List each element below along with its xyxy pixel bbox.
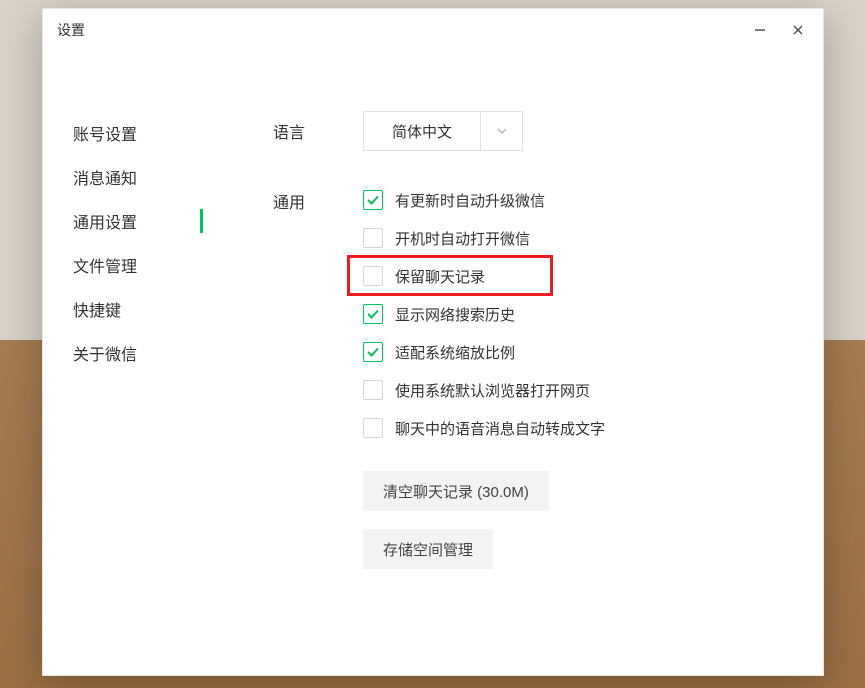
option-autostart[interactable]: 开机时自动打开微信 bbox=[363, 219, 803, 257]
option-label: 有更新时自动升级微信 bbox=[395, 190, 545, 211]
window-title: 设置 bbox=[57, 20, 85, 40]
option-label: 保留聊天记录 bbox=[395, 266, 485, 287]
general-label: 通用 bbox=[273, 181, 363, 213]
sidebar: 账号设置 消息通知 通用设置 文件管理 快捷键 关于微信 bbox=[43, 111, 203, 599]
option-label: 使用系统默认浏览器打开网页 bbox=[395, 380, 590, 401]
storage-management-button[interactable]: 存储空间管理 bbox=[363, 529, 493, 569]
checkbox[interactable] bbox=[363, 380, 383, 400]
option-label: 开机时自动打开微信 bbox=[395, 228, 530, 249]
minimize-icon bbox=[754, 24, 766, 36]
option-system-scaling[interactable]: 适配系统缩放比例 bbox=[363, 333, 803, 371]
language-label: 语言 bbox=[273, 111, 363, 143]
clear-chat-history-button[interactable]: 清空聊天记录 (30.0M) bbox=[363, 471, 549, 511]
sidebar-item-label: 文件管理 bbox=[73, 253, 137, 277]
minimize-button[interactable] bbox=[741, 9, 779, 51]
sidebar-item-shortcuts[interactable]: 快捷键 bbox=[73, 287, 203, 331]
check-icon bbox=[366, 193, 380, 207]
sidebar-item-label: 消息通知 bbox=[73, 165, 137, 189]
sidebar-item-notifications[interactable]: 消息通知 bbox=[73, 155, 203, 199]
checkbox[interactable] bbox=[363, 190, 383, 210]
language-dropdown[interactable]: 简体中文 bbox=[363, 111, 523, 151]
option-default-browser[interactable]: 使用系统默认浏览器打开网页 bbox=[363, 371, 803, 409]
option-keep-chat-history[interactable]: 保留聊天记录 bbox=[363, 257, 803, 295]
sidebar-item-account[interactable]: 账号设置 bbox=[73, 111, 203, 155]
sidebar-item-general[interactable]: 通用设置 bbox=[73, 199, 203, 243]
option-label: 适配系统缩放比例 bbox=[395, 342, 515, 363]
checkbox[interactable] bbox=[363, 228, 383, 248]
close-button[interactable] bbox=[779, 9, 817, 51]
sidebar-item-label: 关于微信 bbox=[73, 341, 137, 365]
main-panel: 语言 简体中文 通用 bbox=[203, 111, 823, 599]
general-options: 有更新时自动升级微信 开机时自动打开微信 bbox=[363, 181, 803, 447]
chevron-down-icon bbox=[480, 112, 522, 150]
option-label: 显示网络搜索历史 bbox=[395, 304, 515, 325]
option-search-history[interactable]: 显示网络搜索历史 bbox=[363, 295, 803, 333]
settings-window: 设置 账号设置 消息通知 通用设置 文件管理 快捷键 bbox=[42, 8, 824, 676]
option-voice-to-text[interactable]: 聊天中的语音消息自动转成文字 bbox=[363, 409, 803, 447]
sidebar-item-label: 通用设置 bbox=[73, 209, 137, 233]
language-selected: 简体中文 bbox=[364, 112, 480, 150]
checkbox[interactable] bbox=[363, 304, 383, 324]
check-icon bbox=[366, 307, 380, 321]
sidebar-item-label: 快捷键 bbox=[73, 297, 121, 321]
sidebar-item-about[interactable]: 关于微信 bbox=[73, 331, 203, 375]
checkbox[interactable] bbox=[363, 266, 383, 286]
close-icon bbox=[792, 24, 804, 36]
sidebar-item-label: 账号设置 bbox=[73, 121, 137, 145]
checkbox[interactable] bbox=[363, 418, 383, 438]
option-label: 聊天中的语音消息自动转成文字 bbox=[395, 418, 605, 439]
titlebar: 设置 bbox=[43, 9, 823, 51]
option-auto-update[interactable]: 有更新时自动升级微信 bbox=[363, 181, 803, 219]
checkbox[interactable] bbox=[363, 342, 383, 362]
check-icon bbox=[366, 345, 380, 359]
sidebar-item-files[interactable]: 文件管理 bbox=[73, 243, 203, 287]
